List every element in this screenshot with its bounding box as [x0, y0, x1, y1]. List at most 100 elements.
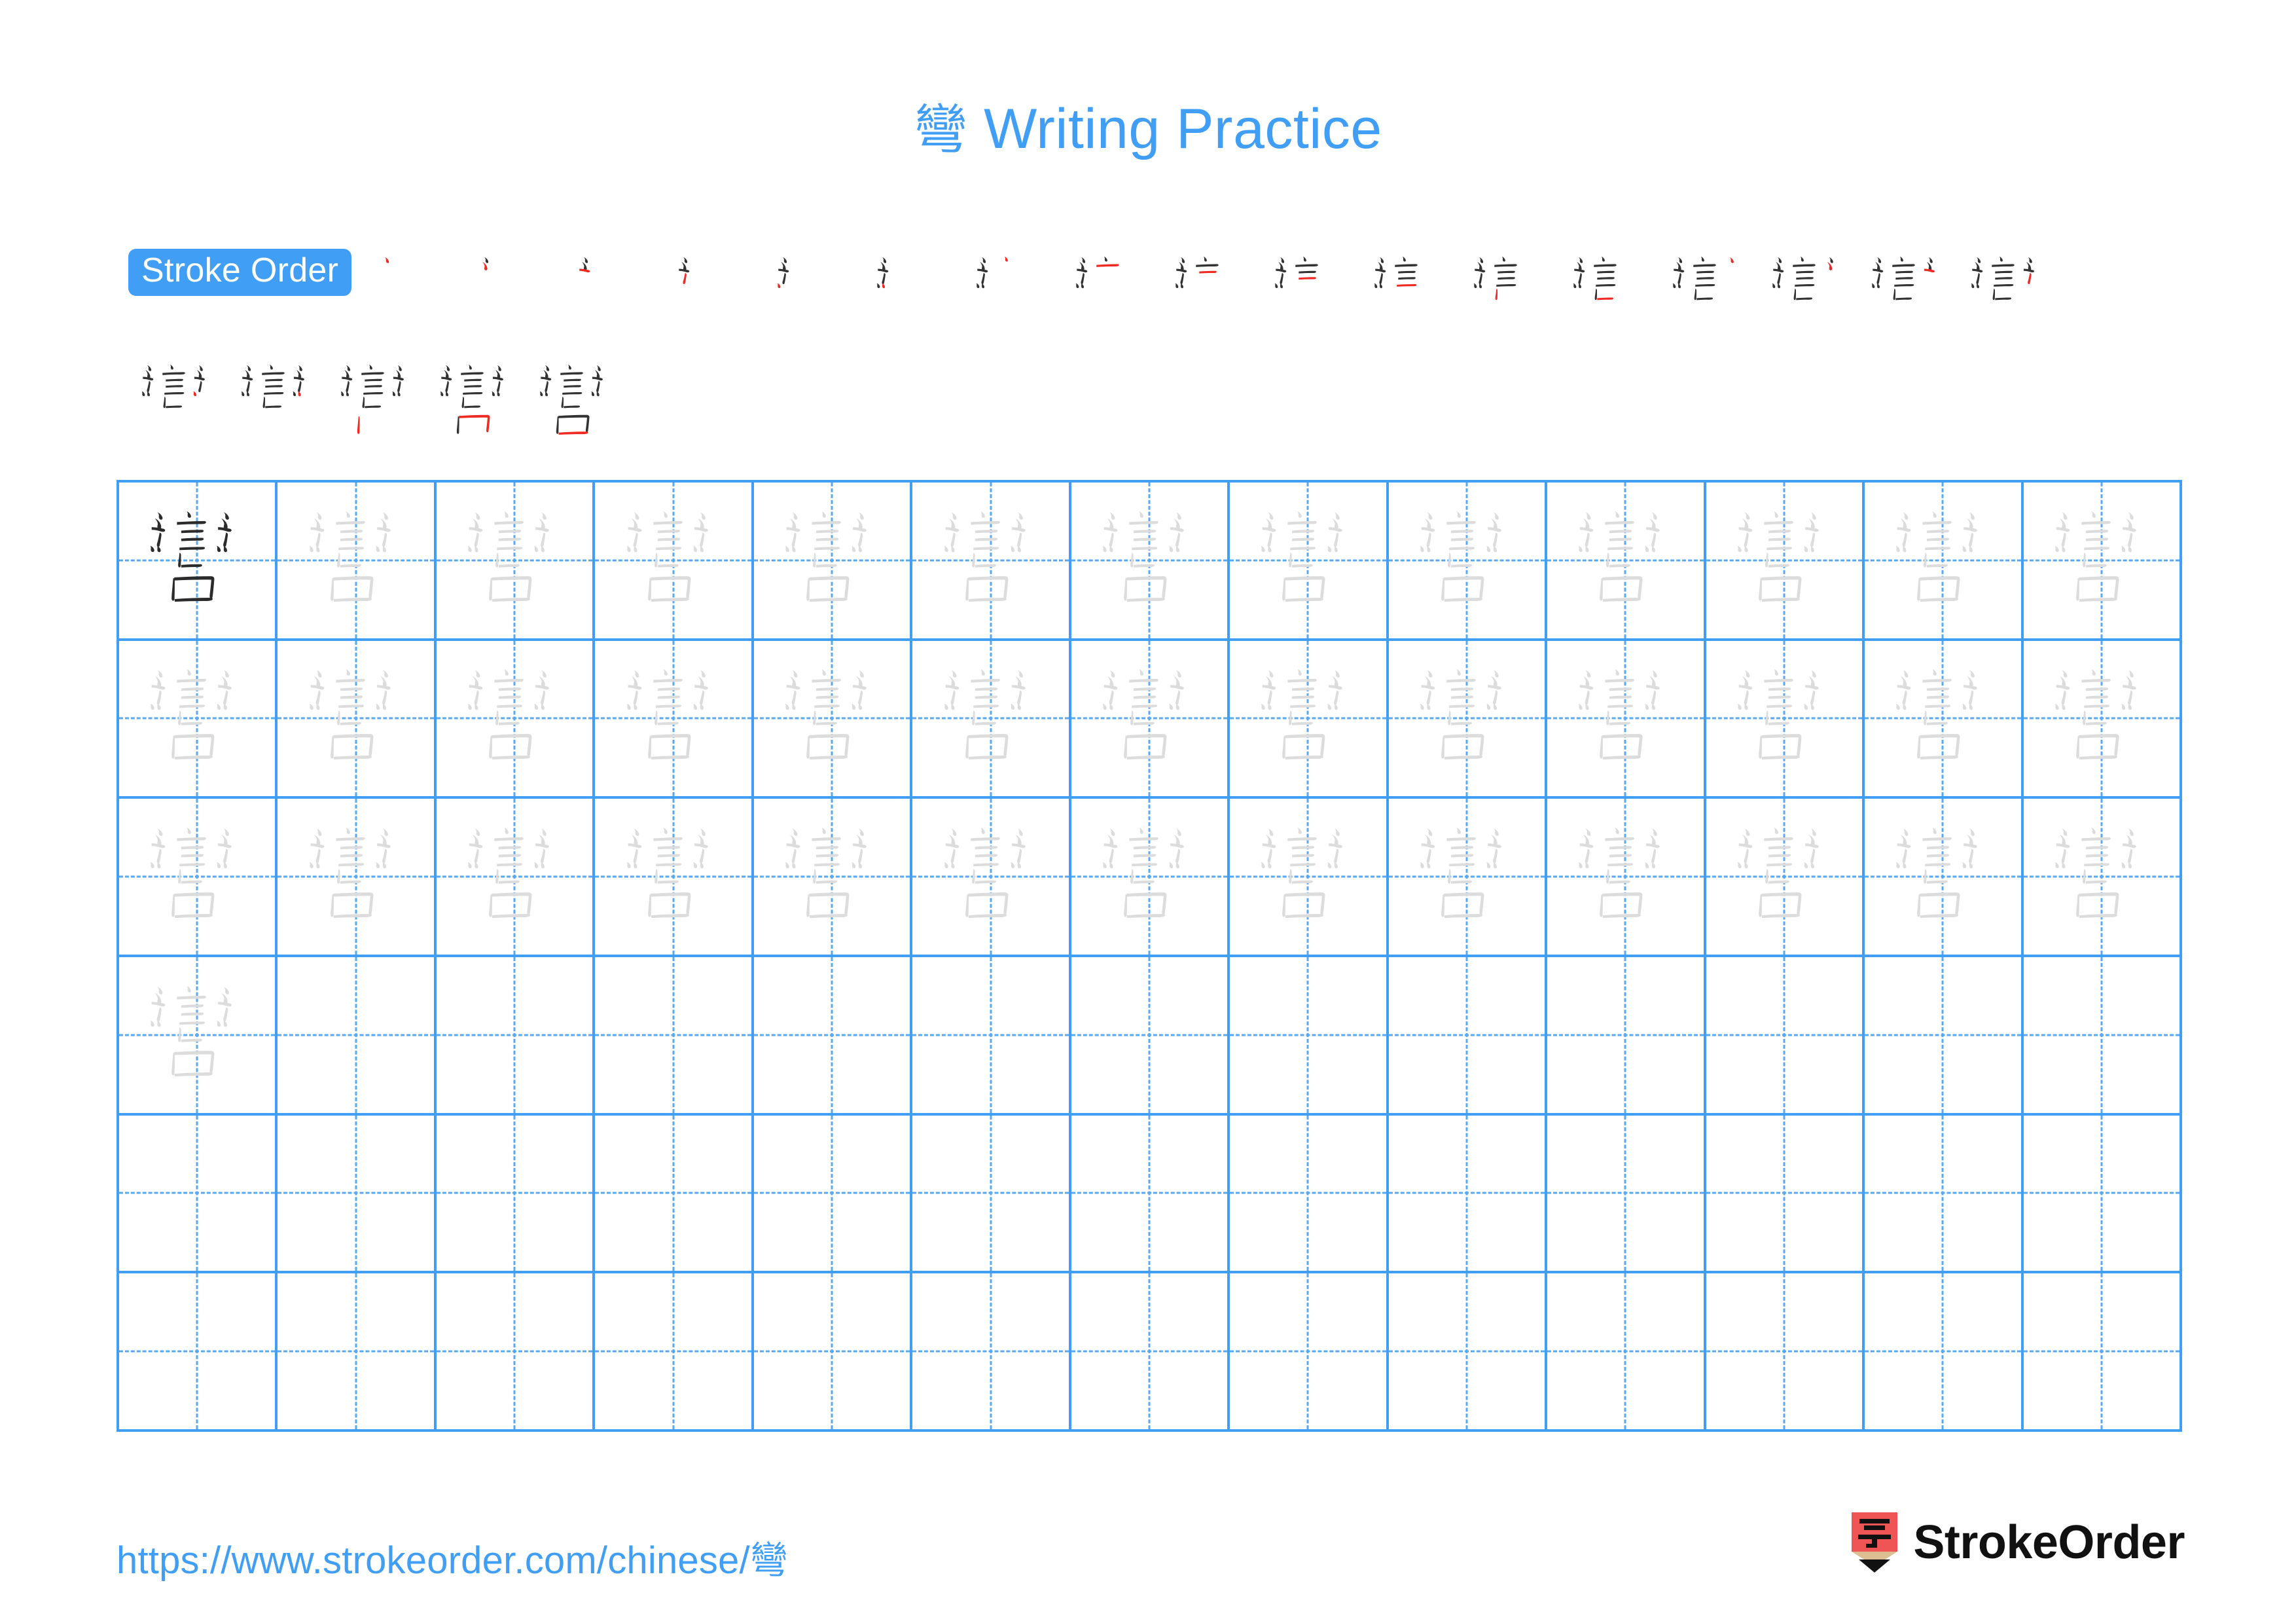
- source-url-character: 彎: [749, 1538, 789, 1582]
- stroke-order-section: Stroke Order: [128, 245, 2197, 461]
- practice-cell-trace[interactable]: [1865, 483, 2024, 641]
- trace-character: [119, 799, 275, 955]
- practice-cell-blank[interactable]: [2023, 1115, 2182, 1274]
- practice-cell-trace[interactable]: [2023, 799, 2182, 957]
- practice-cell-trace[interactable]: [912, 799, 1071, 957]
- practice-cell-blank[interactable]: [278, 1115, 437, 1274]
- trace-character: [754, 483, 910, 638]
- practice-cell-blank[interactable]: [436, 1115, 596, 1274]
- practice-cell-trace[interactable]: [595, 483, 754, 641]
- practice-cell-trace[interactable]: [1071, 799, 1230, 957]
- stroke-step-20: [327, 353, 427, 452]
- practice-cell-trace[interactable]: [753, 483, 913, 641]
- practice-cell-trace[interactable]: [119, 640, 278, 799]
- practice-cell-blank[interactable]: [1865, 957, 2024, 1116]
- practice-cell-blank[interactable]: [1388, 1115, 1548, 1274]
- practice-cell-trace[interactable]: [2023, 483, 2182, 641]
- practice-cell-blank[interactable]: [1071, 957, 1230, 1116]
- practice-cell-trace[interactable]: [1706, 483, 1865, 641]
- brand-logo[interactable]: StrokeOrder: [1850, 1511, 2185, 1574]
- trace-character: [278, 799, 433, 955]
- practice-cell-blank[interactable]: [1706, 1115, 1865, 1274]
- practice-cell-blank[interactable]: [912, 957, 1071, 1116]
- practice-cell-trace[interactable]: [1388, 640, 1548, 799]
- practice-cell-blank[interactable]: [1865, 1115, 2024, 1274]
- practice-cell-blank[interactable]: [753, 1273, 913, 1432]
- practice-cell-trace[interactable]: [278, 483, 437, 641]
- practice-cell-blank[interactable]: [119, 1115, 278, 1274]
- practice-cell-trace[interactable]: [1071, 640, 1230, 799]
- practice-cell-blank[interactable]: [1071, 1115, 1230, 1274]
- practice-cell-trace[interactable]: [753, 799, 913, 957]
- practice-cell-blank[interactable]: [1230, 957, 1389, 1116]
- practice-cell-trace[interactable]: [1071, 483, 1230, 641]
- practice-cell-trace[interactable]: [753, 640, 913, 799]
- practice-cell-trace[interactable]: [1388, 799, 1548, 957]
- practice-cell-trace[interactable]: [436, 483, 596, 641]
- practice-cell-blank[interactable]: [119, 1273, 278, 1432]
- practice-cell-trace[interactable]: [912, 640, 1071, 799]
- trace-character: [912, 483, 1068, 638]
- practice-cell-trace[interactable]: [912, 483, 1071, 641]
- practice-cell-blank[interactable]: [753, 1115, 913, 1274]
- practice-cell-blank[interactable]: [1230, 1273, 1389, 1432]
- practice-cell-trace[interactable]: [1230, 799, 1389, 957]
- practice-cell-blank[interactable]: [912, 1115, 1071, 1274]
- stroke-step-7: [963, 245, 1062, 344]
- trace-character: [278, 641, 433, 797]
- practice-cell-blank[interactable]: [1547, 1115, 1706, 1274]
- practice-cell-blank[interactable]: [278, 1273, 437, 1432]
- practice-cell-blank[interactable]: [595, 1273, 754, 1432]
- source-url[interactable]: https://www.strokeorder.com/chinese/彎: [117, 1529, 788, 1584]
- stroke-step-5: [764, 245, 863, 344]
- practice-cell-blank[interactable]: [1706, 957, 1865, 1116]
- practice-cell-trace[interactable]: [1865, 799, 2024, 957]
- practice-cell-trace[interactable]: [1388, 483, 1548, 641]
- practice-cell-blank[interactable]: [753, 957, 913, 1116]
- practice-cell-trace[interactable]: [436, 640, 596, 799]
- practice-cell-trace[interactable]: [595, 640, 754, 799]
- trace-character: [1547, 641, 1703, 797]
- practice-cell-blank[interactable]: [1706, 1273, 1865, 1432]
- practice-cell-trace[interactable]: [1547, 483, 1706, 641]
- practice-cell-blank[interactable]: [2023, 957, 2182, 1116]
- practice-cell-blank[interactable]: [1865, 1273, 2024, 1432]
- practice-cell-blank[interactable]: [1547, 957, 1706, 1116]
- practice-cell-trace[interactable]: [2023, 640, 2182, 799]
- practice-cell-trace[interactable]: [1865, 640, 2024, 799]
- practice-cell-trace[interactable]: [278, 640, 437, 799]
- practice-cell-blank[interactable]: [912, 1273, 1071, 1432]
- practice-cell-blank[interactable]: [2023, 1273, 2182, 1432]
- practice-cell-trace[interactable]: [1706, 799, 1865, 957]
- trace-character: [912, 641, 1068, 797]
- practice-cell-trace[interactable]: [595, 799, 754, 957]
- practice-cell-trace[interactable]: [1706, 640, 1865, 799]
- practice-cell-blank[interactable]: [278, 957, 437, 1116]
- practice-cell-blank[interactable]: [436, 957, 596, 1116]
- practice-cell-blank[interactable]: [1388, 1273, 1548, 1432]
- trace-character: [278, 483, 433, 638]
- practice-cell-blank[interactable]: [436, 1273, 596, 1432]
- practice-cell-trace[interactable]: [1547, 799, 1706, 957]
- practice-cell-blank[interactable]: [595, 957, 754, 1116]
- trace-character: [1706, 483, 1862, 638]
- trace-character: [1389, 641, 1545, 797]
- practice-cell-blank[interactable]: [1547, 1273, 1706, 1432]
- practice-cell-trace[interactable]: [1230, 640, 1389, 799]
- trace-character: [119, 957, 275, 1113]
- practice-cell-model[interactable]: [119, 483, 278, 641]
- practice-cell-blank[interactable]: [1388, 957, 1548, 1116]
- practice-cell-trace[interactable]: [1547, 640, 1706, 799]
- practice-cell-trace[interactable]: [1230, 483, 1389, 641]
- practice-cell-trace[interactable]: [119, 957, 278, 1116]
- trace-character: [1071, 641, 1227, 797]
- practice-cell-blank[interactable]: [595, 1115, 754, 1274]
- trace-character: [1865, 641, 2020, 797]
- practice-cell-blank[interactable]: [1071, 1273, 1230, 1432]
- practice-cell-trace[interactable]: [119, 799, 278, 957]
- trace-character: [595, 483, 751, 638]
- stroke-step-6: [863, 245, 963, 344]
- practice-cell-trace[interactable]: [436, 799, 596, 957]
- practice-cell-trace[interactable]: [278, 799, 437, 957]
- practice-cell-blank[interactable]: [1230, 1115, 1389, 1274]
